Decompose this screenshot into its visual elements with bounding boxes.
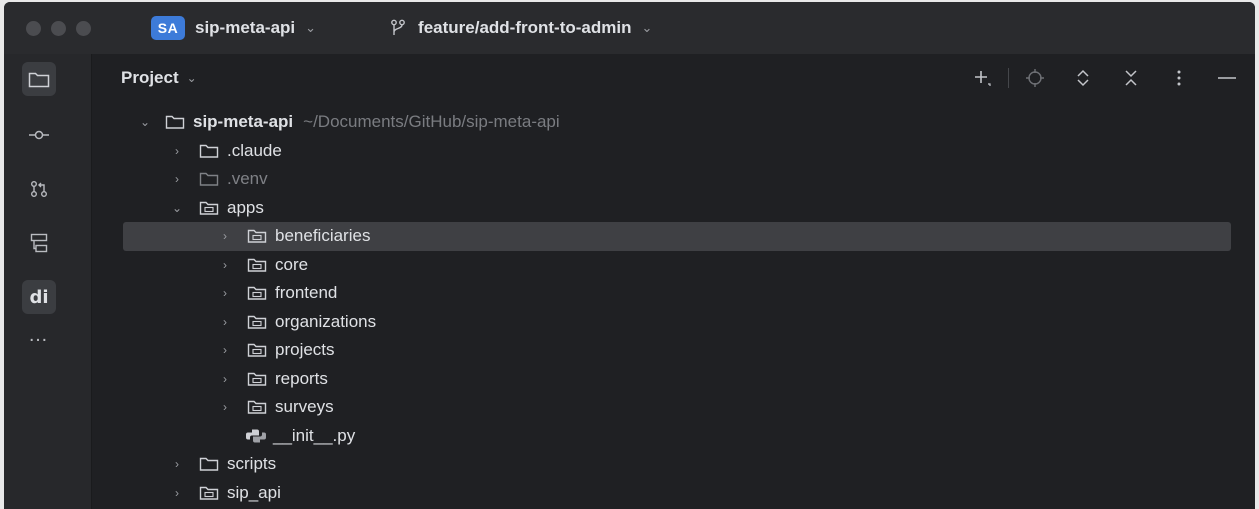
tree-item-label: sip_api: [227, 482, 281, 502]
package-icon: [199, 201, 219, 215]
chevron-down-icon[interactable]: ⌄: [169, 201, 185, 215]
chevron-down-icon[interactable]: ⌄: [641, 20, 652, 36]
panel-header: Project ⌄: [92, 54, 1255, 102]
title-bar: SA sip-meta-api ⌄ feature/add-front-to-a…: [4, 2, 1255, 54]
chevron-right-icon[interactable]: ›: [169, 172, 185, 186]
tree-item-label: __init__.py: [273, 425, 356, 445]
window-controls: [26, 20, 91, 36]
tree-item-label: .venv: [227, 169, 268, 189]
toolbar-separator: [1008, 68, 1009, 88]
pull-request-icon: [31, 181, 47, 197]
project-panel: Project ⌄ ⌄ sip-meta-api ~/Documents/Git…: [92, 54, 1255, 509]
locate-icon[interactable]: [1023, 66, 1047, 90]
tree-item-beneficiaries[interactable]: › beneficiaries: [123, 222, 1231, 251]
tree-item-label: .claude: [227, 140, 282, 160]
tree-root-path: ~/Documents/GitHub/sip-meta-api: [303, 112, 560, 132]
project-switcher[interactable]: sip-meta-api: [195, 18, 295, 38]
chevron-right-icon[interactable]: ›: [217, 229, 233, 243]
close-window-button[interactable]: [26, 20, 41, 36]
folder-icon: [199, 144, 219, 158]
tree-item-venv[interactable]: › .venv: [92, 165, 1255, 194]
tree-item-frontend[interactable]: › frontend: [92, 279, 1255, 308]
tree-item-label: apps: [227, 197, 264, 217]
tree-item-label: beneficiaries: [275, 226, 371, 246]
zoom-window-button[interactable]: [76, 20, 91, 36]
more-tools-button[interactable]: …: [22, 318, 56, 352]
chevron-right-icon[interactable]: ›: [217, 400, 233, 414]
package-icon: [247, 344, 267, 357]
chevron-down-icon[interactable]: ⌄: [137, 115, 153, 129]
tree-item-label: core: [275, 254, 309, 274]
tree-item-sip-api[interactable]: › sip_api: [92, 479, 1255, 508]
more-vertical-icon[interactable]: [1167, 66, 1191, 90]
project-badge[interactable]: SA: [151, 16, 185, 40]
tree-item-claude[interactable]: › .claude: [92, 137, 1255, 166]
panel-title[interactable]: Project: [121, 68, 179, 88]
tree-item-init-py[interactable]: __init__.py: [92, 422, 1255, 451]
chevron-down-icon[interactable]: ⌄: [305, 20, 316, 36]
tree-item-label: reports: [275, 368, 328, 388]
chevron-right-icon[interactable]: ›: [169, 486, 185, 500]
tree-item-organizations[interactable]: › organizations: [92, 308, 1255, 337]
package-icon: [247, 287, 267, 300]
project-tool-button[interactable]: [22, 62, 56, 96]
folder-icon: [28, 72, 50, 88]
tree-item-reports[interactable]: › reports: [92, 365, 1255, 394]
tree-root[interactable]: ⌄ sip-meta-api ~/Documents/GitHub/sip-me…: [92, 108, 1255, 137]
tree-item-label: organizations: [275, 311, 377, 331]
add-icon[interactable]: [970, 66, 994, 90]
tree-item-label: frontend: [275, 283, 338, 303]
folder-icon: [199, 173, 219, 186]
minimize-icon[interactable]: [1215, 66, 1239, 90]
package-icon: [247, 401, 267, 414]
project-tree: ⌄ sip-meta-api ~/Documents/GitHub/sip-me…: [92, 108, 1255, 507]
package-icon: [247, 230, 267, 243]
di-tool-button[interactable]: di: [22, 280, 56, 314]
package-icon: [247, 258, 267, 272]
tree-item-apps[interactable]: ⌄ apps: [92, 194, 1255, 223]
structure-icon: [30, 233, 48, 253]
python-file-icon: [246, 429, 266, 443]
tree-item-projects[interactable]: › projects: [92, 336, 1255, 365]
collapse-all-icon[interactable]: [1119, 66, 1143, 90]
tree-item-label: projects: [275, 340, 335, 360]
branch-switcher[interactable]: feature/add-front-to-admin: [418, 18, 631, 38]
tree-item-label: scripts: [227, 454, 277, 474]
chevron-right-icon[interactable]: ›: [217, 372, 233, 386]
expand-all-icon[interactable]: [1071, 66, 1095, 90]
chevron-right-icon[interactable]: ›: [169, 144, 185, 158]
chevron-right-icon[interactable]: ›: [217, 315, 233, 329]
tree-root-label: sip-meta-api: [193, 112, 294, 132]
folder-icon: [165, 116, 185, 129]
chevron-right-icon[interactable]: ›: [169, 457, 185, 471]
panel-actions: [946, 54, 1239, 102]
chevron-right-icon[interactable]: ›: [217, 343, 233, 357]
package-icon: [247, 372, 267, 386]
package-icon: [199, 486, 219, 500]
minimize-window-button[interactable]: [51, 20, 66, 36]
tree-item-surveys[interactable]: › surveys: [92, 393, 1255, 422]
di-icon: di: [29, 286, 49, 308]
more-icon: …: [28, 324, 50, 346]
commit-tool-button[interactable]: [22, 118, 56, 152]
tool-window-strip: di …: [4, 54, 92, 509]
chevron-right-icon[interactable]: ›: [217, 258, 233, 272]
chevron-right-icon[interactable]: ›: [217, 286, 233, 300]
git-branch-icon[interactable]: [390, 19, 406, 37]
commit-icon: [29, 130, 49, 140]
structure-tool-button[interactable]: [22, 226, 56, 260]
tree-item-scripts[interactable]: › scripts: [92, 450, 1255, 479]
tree-item-label: surveys: [275, 397, 334, 417]
package-icon: [247, 315, 267, 329]
chevron-down-icon[interactable]: ⌄: [187, 71, 197, 85]
tree-item-core[interactable]: › core: [92, 251, 1255, 280]
pull-requests-tool-button[interactable]: [22, 172, 56, 206]
ide-window: SA sip-meta-api ⌄ feature/add-front-to-a…: [4, 2, 1255, 509]
folder-icon: [199, 458, 219, 471]
